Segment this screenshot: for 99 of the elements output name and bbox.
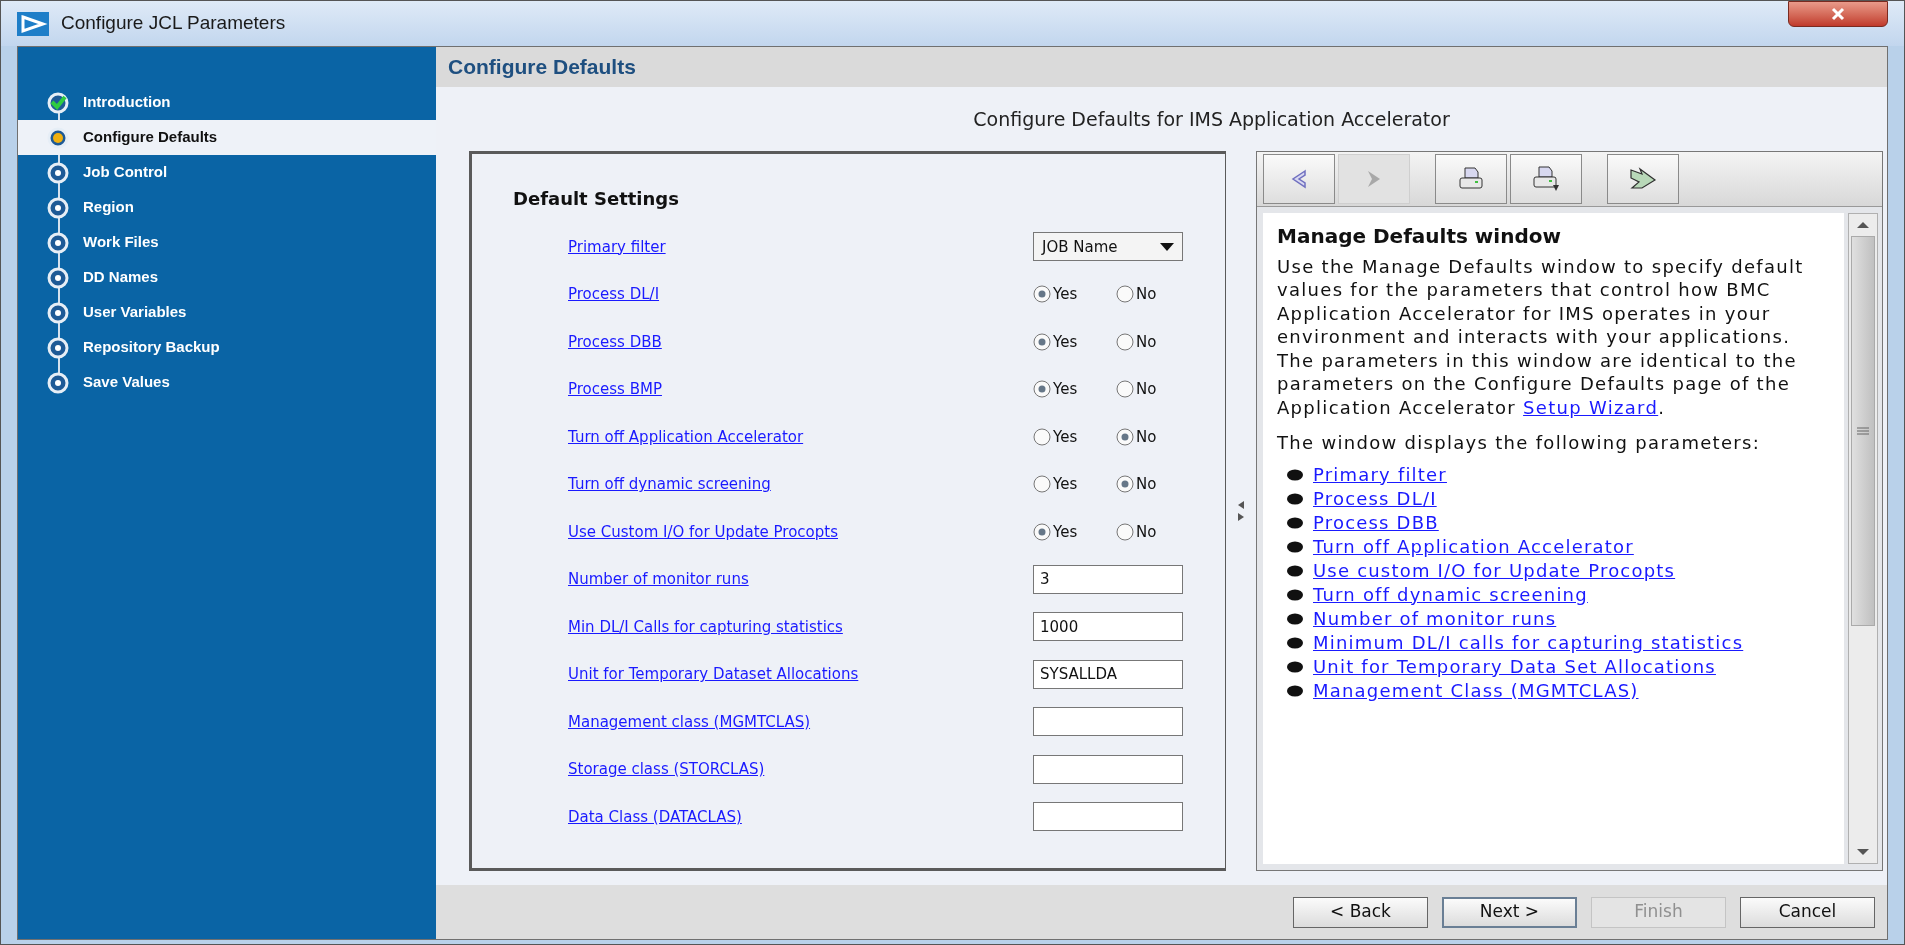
step-item[interactable]: Introduction — [18, 85, 436, 120]
radio-option[interactable]: No — [1116, 378, 1191, 401]
radio-button[interactable] — [1116, 475, 1134, 494]
radio-button[interactable] — [1033, 332, 1051, 351]
splitter-arrows-icon — [1237, 499, 1245, 523]
radio-option[interactable]: Yes — [1033, 520, 1108, 543]
radio-button[interactable] — [1116, 522, 1134, 541]
step-item[interactable]: Repository Backup — [18, 330, 436, 365]
parameter-link[interactable]: Number of monitor runs — [1313, 606, 1557, 631]
wizard-button[interactable]: < Back — [1293, 896, 1428, 928]
radio-option[interactable]: No — [1116, 330, 1191, 353]
bullet-icon — [1287, 540, 1305, 553]
window-title: Configure JCL Parameters — [61, 11, 286, 36]
parameter-link[interactable]: Minimum DL/I calls for capturing statistics — [1313, 630, 1744, 655]
close-button[interactable] — [1788, 1, 1888, 27]
input-field[interactable]: 3 — [1033, 564, 1183, 594]
help-heading: Manage Defaults window — [1277, 225, 1562, 249]
panel-title: Default Settings — [513, 187, 680, 211]
grip-icon — [1857, 427, 1869, 435]
setting-link[interactable]: Process BMP — [568, 378, 1033, 401]
radio-option[interactable]: Yes — [1033, 425, 1108, 448]
parameter-link[interactable]: Process DBB — [1313, 510, 1439, 535]
toolbar-button[interactable] — [1435, 154, 1507, 204]
parameter-link[interactable]: Use custom I/O for Update Procopts — [1313, 558, 1676, 583]
setting-link[interactable]: Data Class (DATACLAS) — [568, 805, 1033, 828]
radio-option[interactable]: No — [1116, 283, 1191, 306]
step-item[interactable]: User Variables — [18, 295, 436, 330]
radio-option[interactable]: Yes — [1033, 473, 1108, 496]
printer-arrow-icon — [1531, 165, 1561, 193]
scrollbar[interactable] — [1848, 213, 1878, 864]
radio-button[interactable] — [1033, 427, 1051, 446]
step-item[interactable]: Work Files — [18, 225, 436, 260]
parameter-link[interactable]: Process DL/I — [1313, 486, 1437, 511]
input-field[interactable]: SYSALLDA — [1033, 659, 1183, 689]
bullet-icon — [1287, 660, 1305, 673]
radio-option[interactable]: No — [1116, 425, 1191, 448]
input-field[interactable]: 1000 — [1033, 612, 1183, 642]
radio-button[interactable] — [1033, 285, 1051, 304]
bullet-icon — [1287, 612, 1305, 625]
filter-dropdown[interactable]: JOB Name — [1033, 232, 1183, 262]
bullet-icon — [1287, 588, 1305, 601]
wizard-button[interactable]: Next > — [1442, 896, 1577, 928]
setting-link[interactable]: Turn off Application Accelerator — [568, 425, 1033, 448]
parameter-link[interactable]: Unit for Temporary Data Set Allocations — [1313, 654, 1716, 679]
radio-button[interactable] — [1033, 475, 1051, 494]
close-icon — [1831, 7, 1845, 21]
setting-link[interactable]: Primary filter — [568, 235, 1033, 258]
bullet-icon — [1287, 636, 1305, 649]
radio-option[interactable]: Yes — [1033, 330, 1108, 353]
parameter-link[interactable]: Turn off Application Accelerator — [1313, 534, 1634, 559]
parameter-link[interactable]: Management Class (MGMTCLAS) — [1313, 678, 1639, 703]
radio-button[interactable] — [1116, 427, 1134, 446]
step-item[interactable]: Save Values — [18, 365, 436, 400]
step-item[interactable]: Configure Defaults — [18, 120, 436, 155]
bullet-icon — [1287, 492, 1305, 505]
setting-link[interactable]: Management class (MGMTCLAS) — [568, 710, 1033, 733]
radio-button[interactable] — [1116, 285, 1134, 304]
step-item[interactable]: Job Control — [18, 155, 436, 190]
parameter-link[interactable]: Primary filter — [1313, 462, 1447, 487]
setting-link[interactable]: Unit for Temporary Dataset Allocations — [568, 663, 1033, 686]
scrollbar-thumb[interactable] — [1851, 236, 1875, 626]
radio-option[interactable]: Yes — [1033, 283, 1108, 306]
help-paragraph: The window displays the following parameters: — [1277, 431, 1762, 455]
bullet-icon — [1287, 468, 1305, 481]
help-paragraph: Use the Manage Defaults window to specify default values for the parameters that control how BMC Application Accelerator for IMS operates in your environment and interacts with your applications. The parameters in this window are identical to the parameters on the Configure Defaults page of the Application Accelerator Setup Wizard. — [1277, 254, 1805, 419]
parameter-link[interactable]: Turn off dynamic screening — [1313, 582, 1588, 607]
app-logo-icon — [17, 11, 49, 36]
setting-link[interactable]: Process DL/I — [568, 283, 1033, 306]
toolbar-button[interactable] — [1607, 154, 1679, 204]
printer-icon — [1457, 166, 1485, 192]
toolbar-button[interactable] — [1510, 154, 1582, 204]
radio-button[interactable] — [1116, 380, 1134, 399]
radio-button[interactable] — [1033, 380, 1051, 399]
setup-wizard-link[interactable]: Setup Wizard — [1523, 396, 1659, 418]
setting-link[interactable]: Storage class (STORCLAS) — [568, 758, 1033, 781]
setting-link[interactable]: Turn off dynamic screening — [568, 473, 1033, 496]
input-field[interactable] — [1033, 802, 1183, 832]
bullet-icon — [1287, 684, 1305, 697]
toolbar-button[interactable] — [1263, 154, 1335, 204]
page-header: Configure Defaults — [436, 47, 1887, 87]
wizard-button[interactable]: Cancel — [1740, 896, 1875, 928]
step-item[interactable]: DD Names — [18, 260, 436, 295]
radio-option[interactable]: Yes — [1033, 378, 1108, 401]
radio-option[interactable]: No — [1116, 473, 1191, 496]
radio-button[interactable] — [1033, 522, 1051, 541]
setting-link[interactable]: Min DL/I Calls for capturing statistics — [568, 615, 1033, 638]
bullet-icon — [1287, 516, 1305, 529]
page-subtitle: Configure Defaults for IMS Application Accelerator — [972, 106, 1450, 132]
step-item[interactable]: Region — [18, 190, 436, 225]
radio-option[interactable]: No — [1116, 520, 1191, 543]
sync-arrow-icon — [1628, 166, 1658, 192]
setting-link[interactable]: Use Custom I/O for Update Procopts — [568, 520, 1033, 543]
input-field[interactable] — [1033, 754, 1183, 784]
radio-button[interactable] — [1116, 332, 1134, 351]
caret-icon — [1160, 242, 1174, 251]
input-field[interactable] — [1033, 707, 1183, 737]
setting-link[interactable]: Process DBB — [568, 330, 1033, 353]
bullet-icon — [1287, 564, 1305, 577]
setting-link[interactable]: Number of monitor runs — [568, 568, 1033, 591]
